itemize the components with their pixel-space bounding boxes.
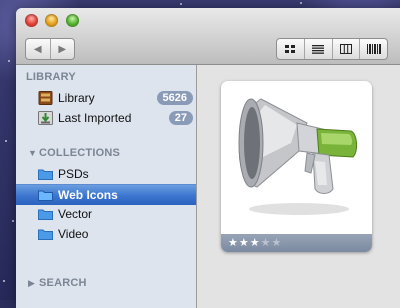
search-section-header: SEARCH xyxy=(39,277,87,289)
back-button[interactable]: ◀ xyxy=(26,39,50,59)
chevron-right-icon: ▶ xyxy=(58,43,67,55)
sidebar-item-label: Library xyxy=(58,91,95,105)
folder-icon xyxy=(38,169,53,180)
barcode-view-icon xyxy=(366,44,381,54)
collections-section-header: COLLECTIONS xyxy=(39,147,121,159)
star xyxy=(300,2,302,4)
minimize-window-button[interactable] xyxy=(45,14,58,27)
forward-button[interactable]: ▶ xyxy=(49,39,75,59)
sidebar-item-label: Vector xyxy=(58,207,93,221)
star-rating[interactable]: ★★★★★ xyxy=(228,236,282,249)
star-filled-icon[interactable]: ★ xyxy=(250,237,261,249)
folder-icon xyxy=(38,209,53,220)
star xyxy=(180,3,182,5)
sidebar-item-vector[interactable]: Vector xyxy=(16,204,196,224)
sidebar-item-label: Video xyxy=(58,227,89,241)
content-area: ★★★★★ xyxy=(197,65,400,308)
sidebar-item-web-icons[interactable]: Web Icons xyxy=(16,184,196,205)
grid-view-button[interactable] xyxy=(277,39,304,59)
search-disclosure-triangle-icon[interactable]: ▶ xyxy=(28,278,35,289)
import-icon xyxy=(38,111,53,125)
count-badge: 27 xyxy=(168,111,193,125)
sidebar-item-video[interactable]: Video xyxy=(16,224,196,244)
columns-view-button[interactable] xyxy=(331,39,360,59)
library-section-header: LIBRARY xyxy=(26,71,76,83)
sidebar: LIBRARY Library 5626 Last Imported 27 ▼ … xyxy=(16,65,197,308)
sidebar-item-psds[interactable]: PSDs xyxy=(16,164,196,184)
star xyxy=(8,60,10,62)
star-filled-icon[interactable]: ★ xyxy=(228,237,239,249)
grid-view-icon xyxy=(284,44,295,53)
list-view-icon xyxy=(312,44,325,54)
app-window: ◀ ▶ LIBRARY Library 5626 Last Imported 2… xyxy=(16,8,400,308)
sidebar-item-library[interactable]: Library 5626 xyxy=(16,88,196,108)
folder-icon xyxy=(38,190,53,201)
count-badge: 5626 xyxy=(156,91,193,105)
close-window-button[interactable] xyxy=(25,14,38,27)
star xyxy=(12,220,14,222)
titlebar: ◀ ▶ xyxy=(16,8,400,65)
barcode-view-button[interactable] xyxy=(359,39,387,59)
view-mode-switcher xyxy=(276,38,388,60)
zoom-window-button[interactable] xyxy=(66,14,79,27)
collections-disclosure-triangle-icon[interactable]: ▼ xyxy=(28,148,37,158)
folder-icon xyxy=(38,229,53,240)
sidebar-item-label: Last Imported xyxy=(58,111,132,125)
sidebar-item-label: PSDs xyxy=(58,167,89,181)
star xyxy=(5,140,7,142)
list-view-button[interactable] xyxy=(303,39,332,59)
star-empty-icon[interactable]: ★ xyxy=(272,237,283,249)
columns-view-icon xyxy=(339,44,352,54)
star xyxy=(3,280,5,282)
rating-bar: ★★★★★ xyxy=(221,234,372,252)
megaphone-icon xyxy=(238,98,358,215)
library-book-icon xyxy=(38,91,53,105)
navigation-buttons: ◀ ▶ xyxy=(25,38,75,60)
star-empty-icon[interactable]: ★ xyxy=(261,237,272,249)
item-card[interactable]: ★★★★★ xyxy=(221,81,372,252)
star-filled-icon[interactable]: ★ xyxy=(239,237,250,249)
sidebar-item-last-imported[interactable]: Last Imported 27 xyxy=(16,108,196,128)
chevron-left-icon: ◀ xyxy=(33,43,42,55)
sidebar-item-label: Web Icons xyxy=(58,188,118,202)
